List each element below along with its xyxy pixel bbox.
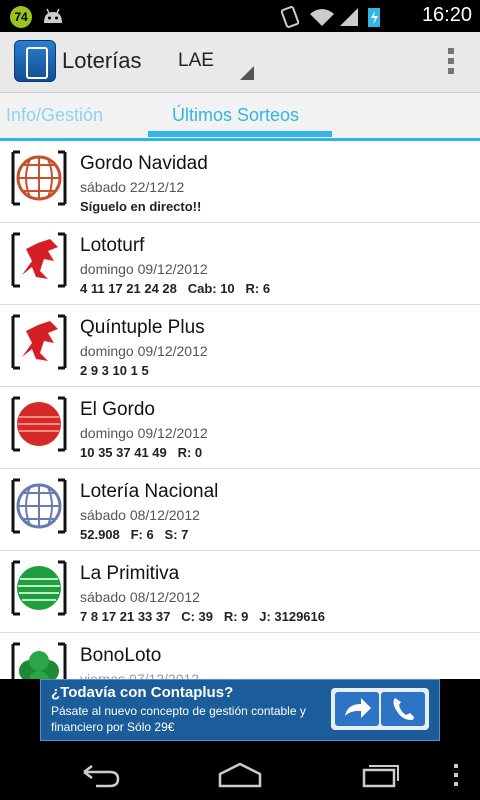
draw-result: 4 11 17 21 24 28 Cab: 10 R: 6 [80, 281, 271, 296]
ad-banner-area: ¿Todavía con Contaplus? Pásate al nuevo … [0, 679, 480, 750]
back-icon[interactable] [76, 760, 124, 790]
gordo-navidad-icon [11, 150, 67, 206]
tab-info-gestion[interactable]: Info/Gestión [6, 105, 103, 126]
share-arrow-icon[interactable] [335, 692, 379, 726]
loteria-nacional-icon [11, 478, 67, 534]
notification-badge: 74 [10, 6, 32, 28]
draw-name: Lotería Nacional [80, 481, 219, 502]
list-item[interactable]: La Primitiva sábado 08/12/2012 7 8 17 21… [0, 551, 480, 633]
tab-ultimos-sorteos[interactable]: Últimos Sorteos [172, 105, 299, 126]
tab-indicator [148, 131, 332, 137]
list-item[interactable]: BonoLoto viernes 07/12/2012 [0, 633, 480, 679]
draw-date: viernes 07/12/2012 [80, 671, 200, 679]
draw-date: domingo 09/12/2012 [80, 261, 208, 277]
spinner-arrow-icon [240, 66, 254, 80]
draws-list[interactable]: Gordo Navidad sábado 22/12/12 Síguelo en… [0, 141, 480, 679]
la-primitiva-icon [11, 560, 67, 616]
ad-banner[interactable]: ¿Todavía con Contaplus? Pásate al nuevo … [40, 679, 440, 741]
signal-icon [340, 8, 358, 26]
list-item[interactable]: Gordo Navidad sábado 22/12/12 Síguelo en… [0, 141, 480, 223]
draw-name: Lototurf [80, 235, 145, 256]
draw-name: La Primitiva [80, 563, 180, 584]
draw-date: sábado 08/12/2012 [80, 589, 200, 605]
ad-title: ¿Todavía con Contaplus? [51, 684, 234, 701]
list-item[interactable]: Lotería Nacional sábado 08/12/2012 52.90… [0, 469, 480, 551]
recent-apps-icon[interactable] [356, 760, 404, 790]
menu-icon[interactable] [446, 760, 466, 790]
clock: 16:20 [421, 4, 472, 26]
source-spinner[interactable]: LAE [166, 42, 258, 84]
status-icons [280, 6, 380, 28]
ad-actions [331, 688, 429, 730]
wifi-icon [310, 9, 334, 26]
android-icon [44, 8, 62, 23]
bonoloto-icon [11, 642, 67, 679]
draw-result: 52.908 F: 6 S: 7 [80, 527, 189, 542]
list-item[interactable]: El Gordo domingo 09/12/2012 10 35 37 41 … [0, 387, 480, 469]
app-icon[interactable] [14, 40, 56, 82]
home-icon[interactable] [216, 760, 264, 790]
vibrate-icon [280, 6, 300, 28]
action-bar: Loterías LAE [0, 32, 480, 93]
el-gordo-icon [11, 396, 67, 452]
draw-name: BonoLoto [80, 645, 162, 666]
draw-date: sábado 08/12/2012 [80, 507, 200, 523]
draw-date: domingo 09/12/2012 [80, 343, 208, 359]
draw-result: 2 9 3 10 1 5 [80, 363, 149, 378]
draw-date: sábado 22/12/12 [80, 179, 185, 195]
list-item[interactable]: Lototurf domingo 09/12/2012 4 11 17 21 2… [0, 223, 480, 305]
overflow-menu-icon[interactable] [446, 48, 456, 78]
draw-name: Gordo Navidad [80, 153, 208, 174]
draw-date: domingo 09/12/2012 [80, 425, 208, 441]
phone-icon[interactable] [381, 692, 425, 726]
draw-result: 7 8 17 21 33 37 C: 39 R: 9 J: 3129616 [80, 609, 325, 624]
draw-result: Síguelo en directo!! [80, 199, 202, 214]
quintuple-plus-icon [11, 314, 67, 370]
battery-icon [368, 8, 380, 27]
list-item[interactable]: Quíntuple Plus domingo 09/12/2012 2 9 3 … [0, 305, 480, 387]
draw-name: El Gordo [80, 399, 155, 420]
draw-result: 10 35 37 41 49 R: 0 [80, 445, 203, 460]
status-bar: 74 16:20 [0, 0, 480, 32]
tab-bar: Info/Gestión Últimos Sorteos [0, 93, 480, 141]
ad-text: Pásate al nuevo concepto de gestión cont… [51, 704, 306, 734]
navigation-bar [0, 750, 480, 800]
spinner-value: LAE [178, 50, 214, 71]
app-title: Loterías [62, 48, 142, 73]
lototurf-icon [11, 232, 67, 288]
draw-name: Quíntuple Plus [80, 317, 205, 338]
